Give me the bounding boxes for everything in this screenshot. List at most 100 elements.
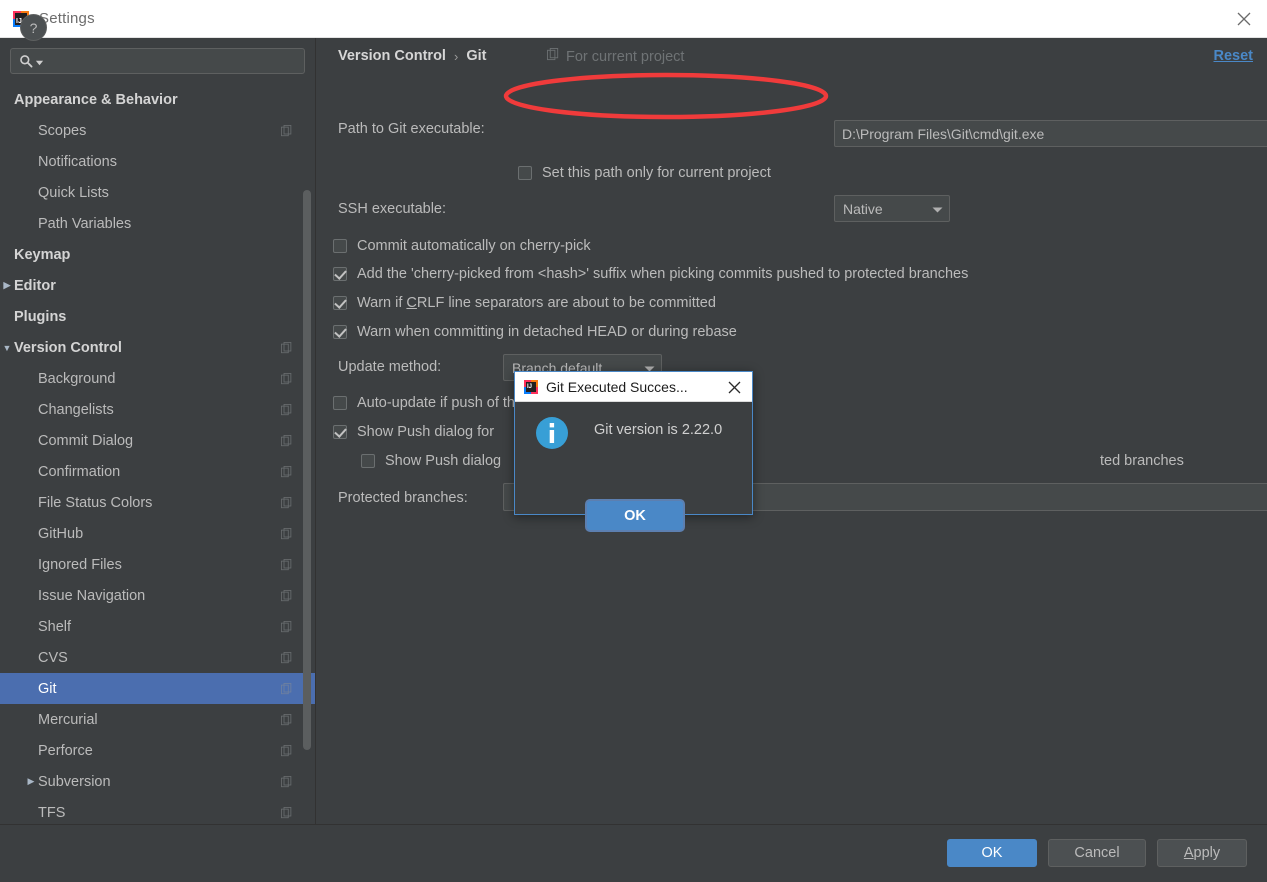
for-current-project-label: For current project	[547, 48, 684, 65]
sidebar-item-ignored-files[interactable]: Ignored Files	[0, 549, 315, 580]
copy-settings-icon[interactable]	[281, 713, 293, 726]
show-push-dialog-checkbox-row[interactable]: Show Push dialog for	[333, 424, 494, 440]
warn-crlf-checkbox-row[interactable]: Warn if CRLF line separators are about t…	[333, 295, 716, 311]
intellij-idea-icon: IJ	[524, 379, 538, 394]
sidebar-item-label: Shelf	[38, 618, 72, 635]
sidebar-item-appearance-behavior[interactable]: Appearance & Behavior	[0, 84, 315, 115]
sidebar-item-label: Keymap	[14, 246, 71, 263]
warn-crlf-label: Warn if CRLF line separators are about t…	[357, 295, 716, 311]
sidebar-item-cvs[interactable]: CVS	[0, 642, 315, 673]
sidebar-item-label: Path Variables	[38, 215, 132, 232]
copy-settings-icon[interactable]	[281, 744, 293, 757]
copy-settings-icon[interactable]	[281, 403, 293, 416]
sidebar-item-shelf[interactable]: Shelf	[0, 611, 315, 642]
breadcrumb-parent[interactable]: Version Control	[338, 48, 446, 64]
copy-settings-icon[interactable]	[281, 372, 293, 385]
copy-settings-icon[interactable]	[281, 651, 293, 664]
sidebar-item-path-variables[interactable]: Path Variables	[0, 208, 315, 239]
reset-link[interactable]: Reset	[1214, 48, 1254, 64]
sidebar-item-scopes[interactable]: Scopes	[0, 115, 315, 146]
dialog-title: Git Executed Succes...	[546, 378, 688, 395]
warn-crlf-checkbox[interactable]	[333, 296, 347, 310]
copy-settings-icon[interactable]	[281, 124, 293, 137]
sidebar-item-git[interactable]: Git	[0, 673, 315, 704]
set-path-only-label: Set this path only for current project	[542, 165, 771, 181]
dialog-close-icon[interactable]	[724, 377, 744, 397]
show-push-dialog-sub-suffix: ted branches	[1100, 453, 1184, 469]
copy-settings-icon[interactable]	[281, 465, 293, 478]
copy-settings-icon[interactable]	[281, 434, 293, 447]
chevron-right-icon[interactable]: ▶	[0, 280, 14, 291]
copy-settings-icon[interactable]	[281, 341, 293, 354]
settings-window: IJ Settings Appearance & Behavior Scopes N…	[0, 0, 1267, 882]
copy-settings-icon[interactable]	[281, 620, 293, 633]
commit-automatically-checkbox[interactable]	[333, 239, 347, 253]
sidebar-item-label: Plugins	[14, 308, 67, 325]
warn-detached-head-checkbox-row[interactable]: Warn when committing in detached HEAD or…	[333, 324, 737, 340]
show-push-dialog-label: Show Push dialog for	[357, 424, 495, 440]
sidebar-item-label: Changelists	[38, 401, 114, 418]
sidebar-item-version-control[interactable]: ▼ Version Control	[0, 332, 315, 363]
sidebar-item-label: Version Control	[14, 339, 122, 356]
warn-detached-head-checkbox[interactable]	[333, 325, 347, 339]
commit-automatically-checkbox-row[interactable]: Commit automatically on cherry-pick	[333, 238, 591, 254]
sidebar-item-github[interactable]: GitHub	[0, 518, 315, 549]
sidebar-scrollbar-thumb[interactable]	[303, 190, 311, 750]
search-container	[0, 38, 315, 74]
help-button[interactable]: ?	[20, 14, 47, 41]
sidebar-item-background[interactable]: Background	[0, 363, 315, 394]
apply-button[interactable]: Apply	[1157, 839, 1247, 867]
path-to-git-executable-field[interactable]: D:\Program Files\Git\cmd\git.exe	[834, 120, 1267, 147]
ssh-executable-label-wrap: SSH executable:	[338, 201, 446, 217]
sidebar-item-commit-dialog[interactable]: Commit Dialog	[0, 425, 315, 456]
sidebar-item-editor[interactable]: ▶ Editor	[0, 270, 315, 301]
sidebar-item-confirmation[interactable]: Confirmation	[0, 456, 315, 487]
chevron-down-icon	[35, 60, 44, 66]
settings-tree[interactable]: Appearance & Behavior Scopes Notifications…	[0, 84, 315, 824]
ssh-executable-label: SSH executable:	[338, 201, 447, 217]
sidebar-item-tfs[interactable]: TFS	[0, 797, 315, 824]
chevron-down-icon[interactable]: ▼	[0, 343, 14, 353]
copy-settings-icon[interactable]	[281, 682, 293, 695]
copy-settings-icon[interactable]	[281, 558, 293, 571]
sidebar-item-issue-navigation[interactable]: Issue Navigation	[0, 580, 315, 611]
sidebar-item-label: Quick Lists	[38, 184, 109, 201]
ok-button[interactable]: OK	[947, 839, 1037, 867]
sidebar-item-changelists[interactable]: Changelists	[0, 394, 315, 425]
close-icon[interactable]	[1221, 0, 1267, 37]
sidebar-item-file-status-colors[interactable]: File Status Colors	[0, 487, 315, 518]
copy-settings-icon[interactable]	[281, 527, 293, 540]
set-path-only-checkbox[interactable]	[518, 166, 532, 180]
show-push-dialog-checkbox[interactable]	[333, 425, 347, 439]
sidebar-item-keymap[interactable]: Keymap	[0, 239, 315, 270]
copy-settings-icon[interactable]	[281, 496, 293, 509]
sidebar-item-subversion[interactable]: ▶ Subversion	[0, 766, 315, 797]
cherry-picked-suffix-checkbox-row[interactable]: Add the 'cherry-picked from <hash>' suff…	[333, 266, 968, 282]
info-icon	[535, 416, 569, 455]
copy-settings-icon[interactable]	[281, 806, 293, 819]
set-path-only-checkbox-row[interactable]: Set this path only for current project	[518, 165, 771, 181]
sidebar-item-label: Notifications	[38, 153, 117, 170]
sidebar-item-label: Background	[38, 370, 116, 387]
for-current-project-text: For current project	[566, 48, 685, 65]
dialog-body: Git version is 2.22.0 OK	[515, 402, 752, 530]
show-push-dialog-sub-checkbox-row[interactable]: Show Push dialog	[361, 453, 501, 469]
sidebar-item-quick-lists[interactable]: Quick Lists	[0, 177, 315, 208]
cancel-button[interactable]: Cancel	[1048, 839, 1146, 867]
sidebar-item-mercurial[interactable]: Mercurial	[0, 704, 315, 735]
sidebar-item-label: File Status Colors	[38, 494, 153, 511]
sidebar-item-label: Editor	[14, 277, 56, 294]
search-input[interactable]	[10, 48, 305, 74]
ssh-executable-select[interactable]: Native	[834, 195, 950, 222]
sidebar-item-notifications[interactable]: Notifications	[0, 146, 315, 177]
show-push-dialog-sub-checkbox[interactable]	[361, 454, 375, 468]
dialog-ok-button[interactable]: OK	[587, 501, 683, 530]
copy-settings-icon[interactable]	[281, 775, 293, 788]
auto-update-checkbox[interactable]	[333, 396, 347, 410]
cherry-picked-suffix-checkbox[interactable]	[333, 267, 347, 281]
sidebar-item-label: Issue Navigation	[38, 587, 146, 604]
copy-settings-icon[interactable]	[281, 589, 293, 602]
sidebar-item-perforce[interactable]: Perforce	[0, 735, 315, 766]
sidebar-item-plugins[interactable]: Plugins	[0, 301, 315, 332]
chevron-right-icon[interactable]: ▶	[24, 776, 38, 787]
